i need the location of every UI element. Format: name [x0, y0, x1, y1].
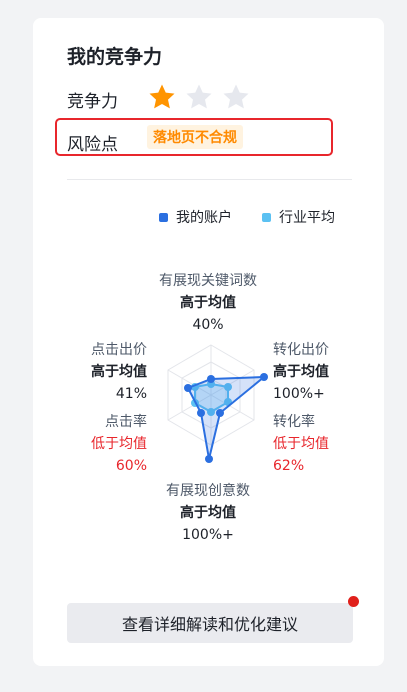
metric-name: 点击率 — [105, 414, 147, 430]
metric-value: 100%+ — [273, 386, 325, 402]
metric-value: 60% — [115, 458, 147, 474]
metric-status: 低于均值 — [273, 436, 329, 452]
metric-name: 点击出价 — [91, 342, 147, 358]
metric-right-1: 转化出价 高于均值 100%+ — [273, 339, 377, 405]
metric-name: 有展现创意数 — [166, 483, 250, 499]
legend-label: 行业平均 — [279, 210, 335, 226]
radar-series-my-account — [186, 375, 267, 460]
competitiveness-label: 竞争力 — [67, 92, 118, 112]
metric-value: 100%+ — [182, 527, 234, 543]
legend-label: 我的账户 — [176, 210, 232, 226]
card-title: 我的竞争力 — [67, 46, 163, 68]
star-empty-icon — [186, 84, 212, 109]
risk-label: 风险点 — [67, 135, 118, 155]
metric-name: 转化率 — [273, 414, 315, 430]
star-rating — [147, 82, 251, 112]
radar-chart — [167, 344, 268, 463]
legend-item-industry-avg: 行业平均 — [262, 207, 335, 227]
metric-name: 有展现关键词数 — [159, 273, 257, 289]
view-details-button[interactable]: 查看详细解读和优化建议 — [67, 603, 353, 643]
metric-value: 41% — [115, 386, 147, 402]
star-filled-icon — [149, 84, 175, 109]
metric-status: 高于均值 — [273, 364, 329, 380]
metric-left-2: 点击率 低于均值 60% — [43, 411, 147, 477]
metric-left-1: 点击出价 高于均值 41% — [43, 339, 147, 405]
legend-swatch — [262, 212, 271, 222]
metric-right-2: 转化率 低于均值 62% — [273, 411, 377, 477]
divider — [67, 179, 352, 180]
metric-status: 低于均值 — [91, 436, 147, 452]
notification-dot — [348, 596, 359, 607]
metric-bottom: 有展现创意数 高于均值 100%+ — [143, 480, 273, 546]
legend-swatch — [159, 212, 168, 222]
metric-status: 高于均值 — [91, 364, 147, 380]
star-empty-icon — [223, 84, 249, 109]
risk-tag[interactable]: 落地页不合规 — [147, 125, 243, 149]
metric-name: 转化出价 — [273, 342, 329, 358]
legend-item-my-account: 我的账户 — [159, 207, 232, 227]
metric-value: 62% — [273, 458, 305, 474]
metric-status: 高于均值 — [180, 505, 236, 521]
metric-status: 高于均值 — [180, 295, 236, 311]
